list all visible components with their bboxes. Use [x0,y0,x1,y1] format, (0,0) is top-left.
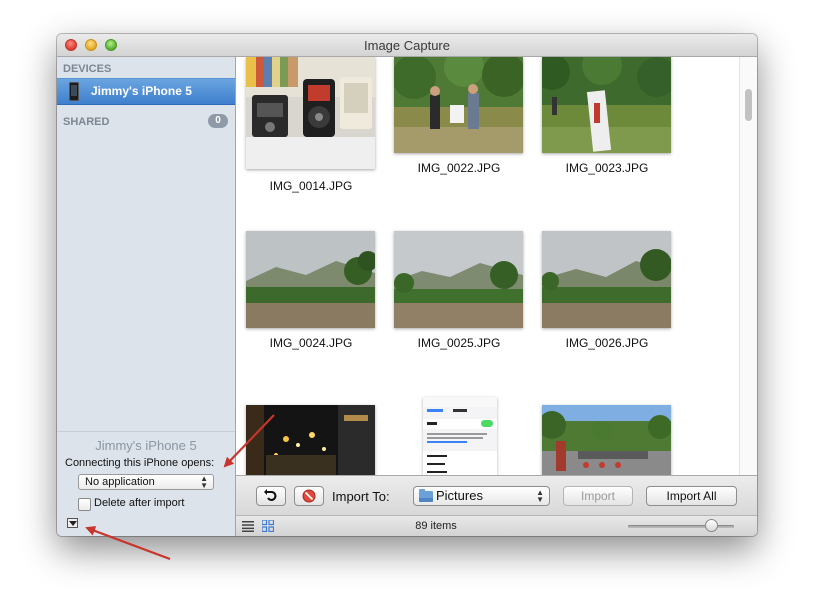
no-entry-icon [302,489,316,503]
photo-landscape [542,231,671,328]
shared-header[interactable]: SHARED [63,116,109,128]
toggle-settings-panel-button[interactable] [67,518,78,528]
photo-thumbnail[interactable] [542,57,671,153]
rotate-left-button[interactable] [256,486,286,506]
photo-browser: IMG_0014.JPG IMG_0022.JPG IMG_0023.JPG I… [236,57,757,475]
photo-thumbnail[interactable] [542,405,671,475]
import-all-button[interactable]: Import All [646,486,737,506]
folder-icon [419,489,433,502]
devices-header: DEVICES [63,63,112,75]
scrollbar-thumb[interactable] [745,89,752,121]
photo-field [542,57,671,153]
photo-radios [246,57,375,169]
photo-street [542,405,671,475]
photo-people [394,57,523,153]
connecting-label: Connecting this iPhone opens: [65,457,215,469]
photo-screenshot [423,397,497,475]
delete-button[interactable] [294,486,324,506]
import-to-label: Import To: [332,489,390,504]
photo-filename: IMG_0023.JPG [565,161,649,175]
thumbnail-size-slider-knob[interactable] [705,519,718,532]
photo-thumbnail[interactable] [246,231,375,328]
image-capture-window: Image Capture DEVICES Jimmy's iPhone 5 S… [57,34,757,536]
photo-landscape [394,231,523,328]
application-popup[interactable]: No application ▲ ▼ [78,474,214,490]
photo-thumbnail[interactable] [394,231,523,328]
photo-thumbnail[interactable] [246,57,375,169]
items-count: 89 items [415,520,457,532]
shared-count-badge: 0 [208,114,228,128]
import-button[interactable]: Import [563,486,633,506]
import-destination-popup[interactable]: Pictures ▲ ▼ [413,486,550,506]
photo-filename: IMG_0025.JPG [417,336,501,350]
thumbnail-size-slider[interactable] [628,525,734,528]
import-destination-value: Pictures [436,488,483,503]
photo-filename: IMG_0024.JPG [269,336,353,350]
device-label: Jimmy's iPhone 5 [91,84,192,98]
iphone-icon [69,82,79,101]
photo-thumbnail[interactable] [394,57,523,153]
popup-arrows-icon: ▲ ▼ [200,474,208,490]
title-bar: Image Capture [57,34,757,57]
delete-after-import-checkbox[interactable] [78,498,91,511]
photo-landscape [246,231,375,328]
rotate-left-icon [264,489,277,501]
photo-filename: IMG_0026.JPG [565,336,649,350]
device-title: Jimmy's iPhone 5 [95,438,197,453]
sidebar: DEVICES Jimmy's iPhone 5 SHARED 0 Jimmy'… [57,57,236,536]
popup-arrows-icon: ▲ ▼ [536,488,544,504]
photo-thumbnail[interactable] [246,405,375,475]
photo-night [246,405,375,475]
sidebar-item-device[interactable]: Jimmy's iPhone 5 [57,78,235,105]
window-title: Image Capture [364,38,450,53]
photo-thumbnail[interactable] [423,397,497,475]
import-toolbar: Import To: Pictures ▲ ▼ Import Import All [236,475,757,516]
status-bar: 89 items [236,515,757,536]
photo-filename: IMG_0022.JPG [417,161,501,175]
photo-thumbnail[interactable] [542,231,671,328]
photo-filename: IMG_0014.JPG [269,179,353,193]
delete-after-import-label: Delete after import [94,497,185,509]
application-popup-value: No application [85,476,155,488]
device-settings-panel: Jimmy's iPhone 5 Connecting this iPhone … [57,431,235,536]
